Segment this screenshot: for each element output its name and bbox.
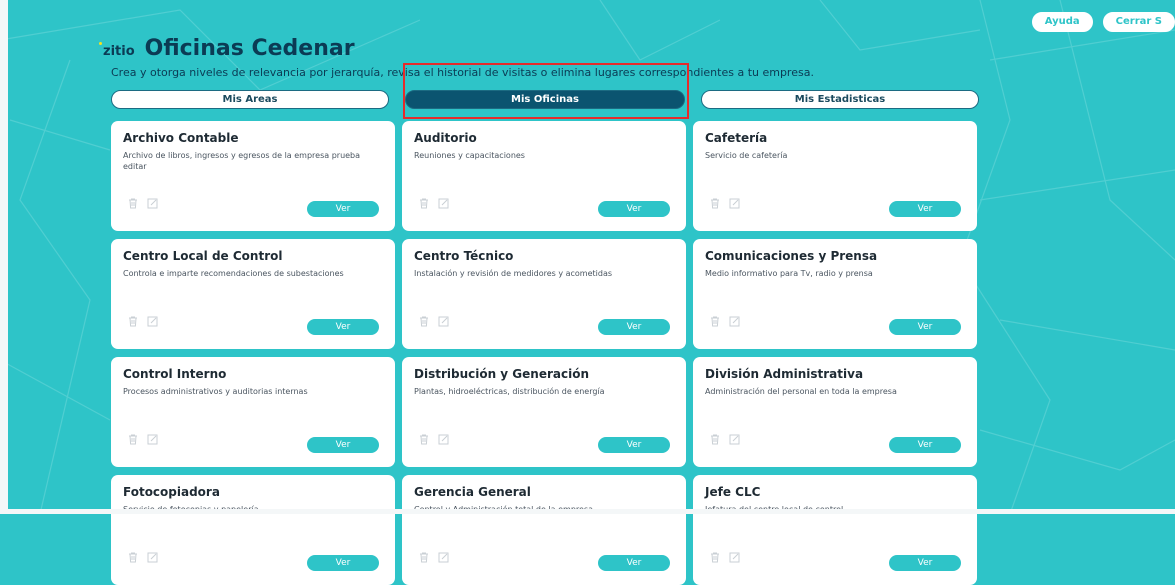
trash-icon[interactable] [418, 433, 430, 445]
office-description: Reuniones y capacitaciones [414, 151, 525, 160]
edit-icon[interactable] [729, 197, 741, 209]
card-actions [709, 197, 741, 209]
trash-icon[interactable] [709, 315, 721, 327]
office-card: Control Interno Procesos administrativos … [111, 357, 395, 467]
card-actions [418, 433, 450, 445]
trash-icon[interactable] [709, 433, 721, 445]
edit-icon[interactable] [147, 315, 159, 327]
edit-icon[interactable] [147, 433, 159, 445]
office-name: Fotocopiadora [123, 485, 220, 499]
office-name: Control Interno [123, 367, 227, 381]
ver-button[interactable]: Ver [889, 201, 961, 217]
card-actions [709, 315, 741, 327]
office-card: Cafetería Servicio de cafetería Ver [693, 121, 977, 231]
ver-button[interactable]: Ver [307, 437, 379, 453]
card-actions [127, 551, 159, 563]
edit-icon[interactable] [147, 551, 159, 563]
office-name: Jefe CLC [705, 485, 761, 499]
edit-icon[interactable] [438, 315, 450, 327]
ver-button[interactable]: Ver [598, 437, 670, 453]
office-description: Medio informativo para Tv, radio y prens… [705, 269, 873, 278]
office-description: Servicio de cafetería [705, 151, 788, 160]
ver-button[interactable]: Ver [307, 201, 379, 217]
office-card: Centro Técnico Instalación y revisión de … [402, 239, 686, 349]
trash-icon[interactable] [709, 197, 721, 209]
page-title: Oficinas Cedenar [144, 36, 355, 61]
window-left-edge [0, 0, 8, 514]
ver-button[interactable]: Ver [307, 319, 379, 335]
ver-button[interactable]: Ver [598, 201, 670, 217]
card-actions [127, 197, 159, 209]
edit-icon[interactable] [729, 433, 741, 445]
tab-mis-estadisticas[interactable]: Mis Estadisticas [701, 90, 979, 109]
tab-mis-areas[interactable]: Mis Areas [111, 90, 389, 109]
office-card: Jefe CLCJefatura del centro local de con… [693, 475, 977, 585]
trash-icon[interactable] [709, 551, 721, 563]
office-name: Cafetería [705, 131, 768, 145]
trash-icon[interactable] [127, 551, 139, 563]
card-actions [127, 315, 159, 327]
office-card: División Administrativa Administración de… [693, 357, 977, 467]
zitio-logo: zitio [99, 42, 135, 59]
ver-button[interactable]: Ver [307, 555, 379, 571]
office-name: Centro Local de Control [123, 249, 283, 263]
logout-button[interactable]: Cerrar S [1102, 12, 1175, 32]
office-card: Comunicaciones y Prensa Medio informativo… [693, 239, 977, 349]
trash-icon[interactable] [127, 197, 139, 209]
help-button[interactable]: Ayuda [1031, 12, 1093, 32]
office-card: FotocopiadoraServicio de fotocopias y pa… [111, 475, 395, 585]
card-actions [709, 433, 741, 445]
card-actions [418, 197, 450, 209]
office-description: Administración del personal en toda la e… [705, 387, 897, 396]
top-actions: Ayuda Cerrar S [1031, 12, 1175, 32]
office-description: Plantas, hidroeléctricas, distribución d… [414, 387, 605, 396]
trash-icon[interactable] [418, 551, 430, 563]
card-actions [418, 551, 450, 563]
ver-button[interactable]: Ver [598, 555, 670, 571]
highlight-box [403, 63, 689, 119]
office-name: División Administrativa [705, 367, 864, 381]
office-name: Centro Técnico [414, 249, 514, 263]
office-name: Distribución y Generación [414, 367, 590, 381]
office-description: Procesos administrativos y auditorias in… [123, 387, 308, 396]
ver-button[interactable]: Ver [889, 555, 961, 571]
card-actions [709, 551, 741, 563]
trash-icon[interactable] [127, 433, 139, 445]
edit-icon[interactable] [438, 197, 450, 209]
office-description: Controla e imparte recomendaciones de su… [123, 269, 344, 278]
edit-icon[interactable] [438, 433, 450, 445]
logo-text: zitio [103, 44, 135, 59]
window-bottom-edge [0, 509, 1175, 514]
edit-icon[interactable] [729, 315, 741, 327]
trash-icon[interactable] [418, 197, 430, 209]
card-actions [127, 433, 159, 445]
office-card: Distribución y Generación Plantas, hidroe… [402, 357, 686, 467]
edit-icon[interactable] [147, 197, 159, 209]
office-name: Gerencia General [414, 485, 531, 499]
ver-button[interactable]: Ver [889, 319, 961, 335]
office-card: Centro Local de Control Controla e impart… [111, 239, 395, 349]
trash-icon[interactable] [418, 315, 430, 327]
office-description: Archivo de libros, ingresos y egresos de… [123, 151, 361, 171]
trash-icon[interactable] [127, 315, 139, 327]
ver-button[interactable]: Ver [889, 437, 961, 453]
office-name: Archivo Contable [123, 131, 239, 145]
edit-icon[interactable] [438, 551, 450, 563]
edit-icon[interactable] [729, 551, 741, 563]
card-actions [418, 315, 450, 327]
header: zitio Oficinas Cedenar [99, 36, 355, 61]
office-card: Archivo Contable Archivo de libros, ingre… [111, 121, 395, 231]
ver-button[interactable]: Ver [598, 319, 670, 335]
office-card: Gerencia GeneralControl y Administración… [402, 475, 686, 585]
office-description: Instalación y revisión de medidores y ac… [414, 269, 613, 278]
office-name: Comunicaciones y Prensa [705, 249, 878, 263]
office-card: Auditorio Reuniones y capacitaciones Ver [402, 121, 686, 231]
office-name: Auditorio [414, 131, 477, 145]
